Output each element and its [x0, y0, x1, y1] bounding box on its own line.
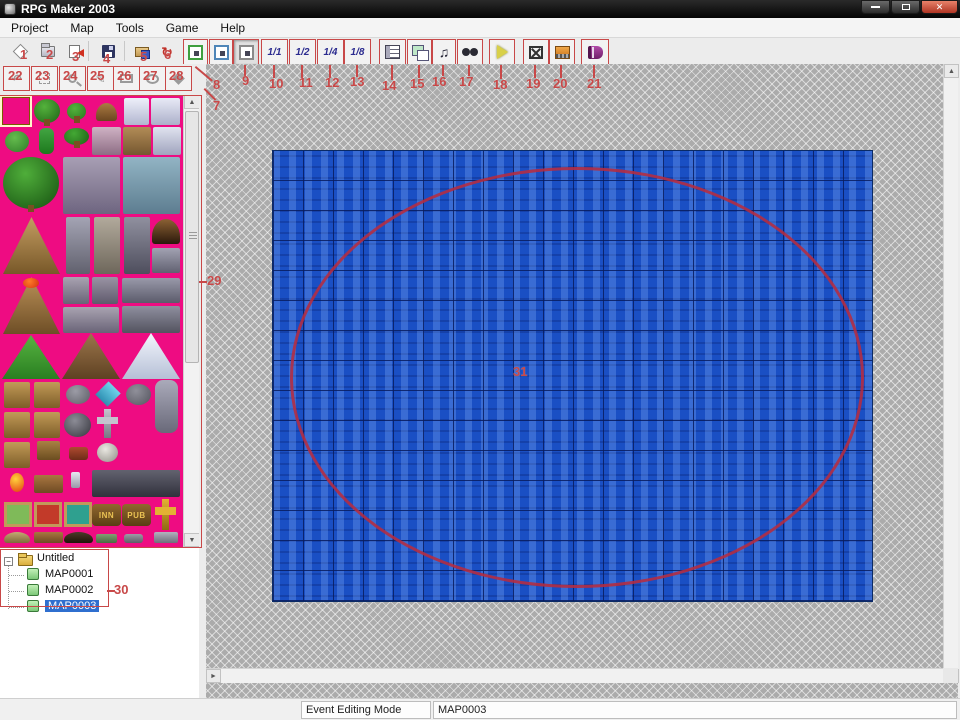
toolbar-separator [124, 41, 125, 61]
annotation-box [0, 549, 109, 607]
resource-manager-button[interactable] [407, 39, 432, 65]
annotation-2: 2 [46, 48, 53, 61]
annotation-27: 27 [143, 69, 157, 82]
annotation-30: 30 [114, 583, 128, 596]
title-screen-button[interactable] [549, 39, 575, 65]
menu-tools[interactable]: Tools [105, 19, 155, 37]
zoom-1-4-button[interactable]: 1/4 [317, 39, 344, 65]
zoom-1-8-button[interactable]: 1/8 [344, 39, 371, 65]
annotation-17: 17 [459, 75, 473, 88]
annotation-19: 19 [526, 77, 540, 90]
annotation-15: 15 [410, 77, 424, 90]
annotation-7: 7 [213, 99, 220, 112]
music-icon: ♫ [439, 45, 450, 59]
fullscreen-icon [529, 46, 543, 59]
toolbar-separator [88, 41, 89, 61]
layer-low-icon [188, 45, 203, 60]
zoom-1-1-button-label: 1/1 [268, 47, 282, 58]
title-bar: RPG Maker 2003 ✕ [0, 0, 960, 18]
zoom-1-1-button[interactable]: 1/1 [261, 39, 288, 65]
minimize-button[interactable] [861, 0, 890, 14]
map-editor-area: ▲ ▼ ◄ ► [206, 64, 958, 698]
title-screen-icon [555, 46, 570, 59]
annotation-leader-line [199, 281, 207, 283]
annotation-12: 12 [325, 76, 339, 89]
menu-game[interactable]: Game [155, 19, 210, 37]
resources-icon [412, 45, 428, 60]
annotation-11: 11 [299, 76, 313, 89]
map-horizontal-scrollbar[interactable]: ◄ ► [206, 668, 943, 683]
annotation-9: 9 [242, 74, 249, 87]
annotation-4: 4 [103, 52, 110, 65]
close-button[interactable]: ✕ [921, 0, 958, 14]
music-button[interactable]: ♫ [432, 39, 456, 65]
event-layer-button[interactable] [233, 39, 259, 65]
scrollbar-corner [943, 668, 958, 683]
search-button[interactable] [457, 39, 483, 65]
annotation-13: 13 [350, 75, 364, 88]
window-title: RPG Maker 2003 [21, 0, 115, 18]
annotation-1: 1 [20, 48, 27, 61]
zoom-1-2-button-label: 1/2 [296, 47, 310, 58]
database-icon [385, 45, 400, 59]
annotation-16: 16 [432, 75, 446, 88]
annotation-20: 20 [553, 77, 567, 90]
map-canvas[interactable] [272, 150, 873, 602]
annotation-29: 29 [207, 274, 221, 287]
annotation-8: 8 [213, 78, 220, 91]
annotation-26: 26 [117, 69, 131, 82]
drawn-ellipse [290, 167, 864, 588]
zoom-1-4-button-label: 1/4 [324, 47, 338, 58]
annotation-3: 3 [72, 50, 79, 63]
annotation-28: 28 [169, 69, 183, 82]
upper-layer-button[interactable] [209, 39, 233, 65]
status-bar: Event Editing Mode MAP0003 [0, 698, 960, 720]
zoom-1-2-button[interactable]: 1/2 [289, 39, 316, 65]
annotation-21: 21 [587, 77, 601, 90]
search-icon [462, 47, 478, 57]
annotation-22: 22 [8, 69, 22, 82]
scroll-right-icon[interactable]: ► [206, 669, 221, 683]
annotation-31: 31 [513, 365, 527, 378]
scroll-up-icon[interactable]: ▲ [944, 64, 959, 78]
maximize-button[interactable] [891, 0, 920, 14]
annotation-14: 14 [382, 79, 396, 92]
annotation-24: 24 [63, 69, 77, 82]
layer-up-icon [214, 45, 229, 60]
menu-help[interactable]: Help [209, 19, 256, 37]
help-icon [588, 46, 603, 59]
status-mode: Event Editing Mode [301, 701, 431, 719]
window-controls: ✕ [860, 0, 958, 14]
lower-layer-button[interactable] [183, 39, 208, 65]
app-icon [4, 3, 16, 15]
menu-map[interactable]: Map [59, 19, 104, 37]
zoom-1-8-button-label: 1/8 [351, 47, 365, 58]
annotation-10: 10 [269, 77, 283, 90]
rpg-maker-window: RPG Maker 2003 ✕ ProjectMapToolsGameHelp… [0, 0, 960, 720]
status-map-name: MAP0003 [433, 701, 957, 719]
annotation-25: 25 [90, 69, 104, 82]
fullscreen-button[interactable] [523, 39, 549, 65]
annotation-box [0, 95, 202, 548]
database-button[interactable] [379, 39, 406, 65]
play-icon [497, 45, 508, 59]
menu-bar: ProjectMapToolsGameHelp [0, 18, 960, 38]
annotation-23: 23 [35, 69, 49, 82]
map-vertical-scrollbar[interactable]: ▲ ▼ [943, 64, 958, 683]
annotation-5: 5 [140, 50, 147, 63]
layer-event-icon [239, 45, 254, 60]
annotation-6: 6 [164, 48, 171, 61]
help-button[interactable] [581, 39, 609, 65]
playtest-button[interactable] [489, 39, 515, 65]
annotation-18: 18 [493, 78, 507, 91]
menu-project[interactable]: Project [0, 19, 59, 37]
